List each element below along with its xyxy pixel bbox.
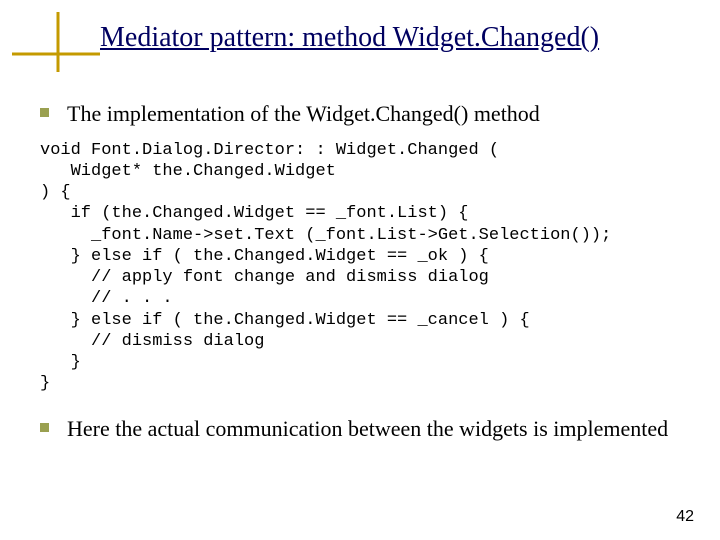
- code-block: void Font.Dialog.Director: : Widget.Chan…: [40, 140, 685, 395]
- code-line: // dismiss dialog: [40, 332, 264, 351]
- corner-decoration: [12, 12, 100, 72]
- code-line: } else if ( the.Changed.Widget == _ok ) …: [40, 247, 489, 266]
- slide: Mediator pattern: method Widget.Changed(…: [0, 0, 720, 540]
- bullet-item: Here the actual communication between th…: [40, 415, 685, 443]
- bullet-icon: [40, 423, 49, 432]
- code-line: } else if ( the.Changed.Widget == _cance…: [40, 311, 530, 330]
- bullet-text: Here the actual communication between th…: [67, 415, 685, 443]
- code-line: }: [40, 353, 81, 372]
- code-line: _font.Name->set.Text (_font.List->Get.Se…: [40, 226, 611, 245]
- bullet-item: The implementation of the Widget.Changed…: [40, 100, 685, 128]
- bullet-icon: [40, 108, 49, 117]
- code-line: if (the.Changed.Widget == _font.List) {: [40, 204, 468, 223]
- code-line: // . . .: [40, 289, 173, 308]
- slide-body: The implementation of the Widget.Changed…: [40, 80, 685, 454]
- bullet-text: The implementation of the Widget.Changed…: [67, 100, 685, 128]
- code-line: void Font.Dialog.Director: : Widget.Chan…: [40, 141, 499, 160]
- code-line: // apply font change and dismiss dialog: [40, 268, 489, 287]
- code-line: Widget* the.Changed.Widget: [40, 162, 336, 181]
- slide-title-text: Mediator pattern: method Widget.Changed(…: [100, 22, 599, 53]
- code-line: }: [40, 374, 50, 393]
- slide-title: Mediator pattern: method Widget.Changed(…: [100, 22, 690, 54]
- code-line: ) {: [40, 183, 71, 202]
- page-number: 42: [676, 508, 694, 526]
